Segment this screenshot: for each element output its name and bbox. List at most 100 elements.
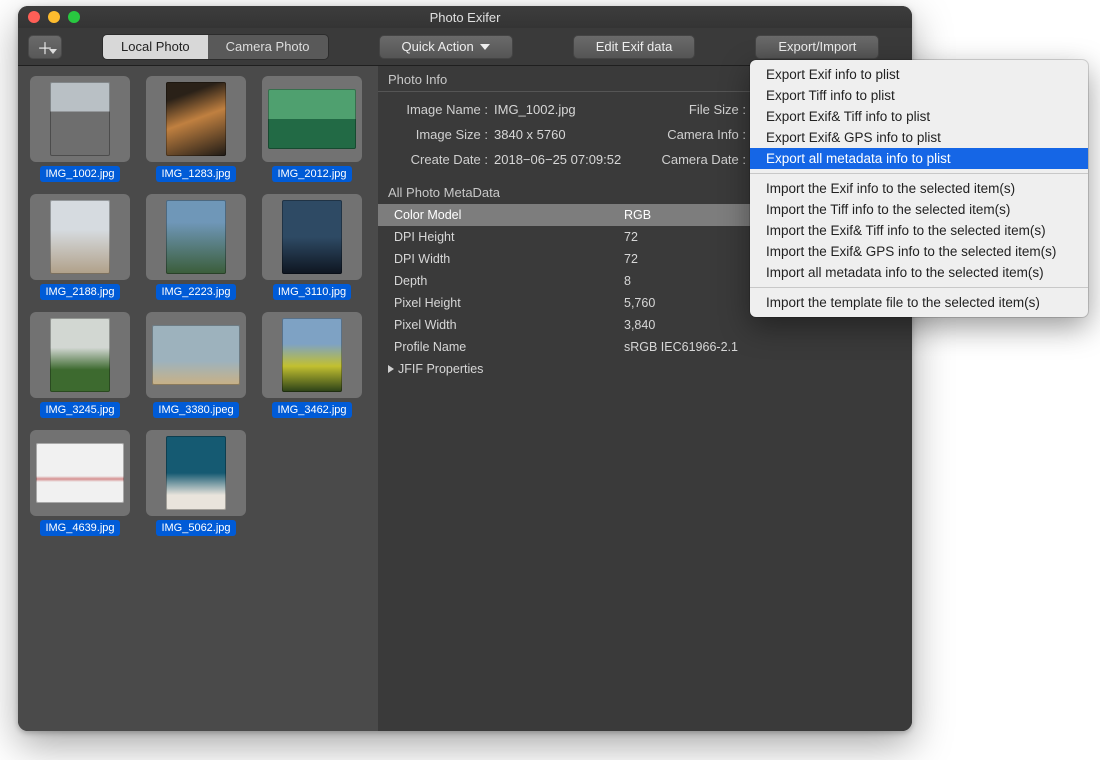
thumbnail-image [166,200,226,274]
thumbnail-image [282,318,342,392]
metadata-key: Pixel Width [394,318,624,332]
thumbnail-image [50,82,110,156]
image-size-label: Image Size : [392,127,488,142]
tab-camera-photo[interactable]: Camera Photo [208,35,328,59]
menu-separator [750,287,1088,288]
edit-exif-button[interactable]: Edit Exif data [573,35,696,59]
thumbnail-label: IMG_1002.jpg [40,166,119,182]
thumbnail-item[interactable]: IMG_1002.jpg [28,76,132,182]
thumbnail-image [50,200,110,274]
quick-action-button[interactable]: Quick Action [379,35,513,59]
thumbnail-image [50,318,110,392]
menu-item[interactable]: Import the template file to the selected… [750,292,1088,313]
thumbnail-item[interactable]: IMG_3380.jpeg [144,312,248,418]
export-import-label: Export/Import [778,39,856,54]
minimize-icon[interactable] [48,11,60,23]
thumbnail-item[interactable]: IMG_2188.jpg [28,194,132,300]
thumbnail-label: IMG_3380.jpeg [153,402,238,418]
thumbnail-frame [146,194,246,280]
thumbnail-image [36,443,124,503]
menu-item[interactable]: Export Exif& GPS info to plist [750,127,1088,148]
thumbnail-label: IMG_3245.jpg [40,402,119,418]
thumbnail-item[interactable]: IMG_1283.jpg [144,76,248,182]
thumbnail-item[interactable]: IMG_4639.jpg [28,430,132,536]
thumbnail-image [152,325,240,385]
thumbnail-item[interactable]: IMG_2223.jpg [144,194,248,300]
jfif-label: JFIF Properties [398,362,483,376]
thumbnail-item[interactable]: IMG_3245.jpg [28,312,132,418]
thumbnail-image [268,89,356,149]
thumbnail-label: IMG_2188.jpg [40,284,119,300]
thumbnail-label: IMG_3110.jpg [273,284,351,300]
metadata-value: sRGB IEC61966-2.1 [624,340,896,354]
thumbnail-frame [146,430,246,516]
image-name-label: Image Name : [392,102,488,117]
tab-local-photo[interactable]: Local Photo [103,35,208,59]
add-button[interactable]: ＋ [28,35,62,59]
menu-separator [750,173,1088,174]
jfif-disclosure[interactable]: JFIF Properties [378,358,912,380]
thumbnail-item[interactable]: IMG_5062.jpg [144,430,248,536]
menu-item[interactable]: Export all metadata info to plist [750,148,1088,169]
metadata-key: DPI Height [394,230,624,244]
thumbnail-image [166,436,226,510]
menu-item[interactable]: Import the Exif& GPS info to the selecte… [750,241,1088,262]
metadata-key: Color Model [394,208,624,222]
thumbnail-frame [262,194,362,280]
thumbnail-frame [30,312,130,398]
image-name-value: IMG_1002.jpg [494,102,644,117]
thumbnail-item[interactable]: IMG_2012.jpg [260,76,364,182]
titlebar: Photo Exifer [18,6,912,28]
source-segmented-control: Local Photo Camera Photo [102,34,329,60]
thumbnail-label: IMG_5062.jpg [156,520,235,536]
file-size-label: File Size : [650,102,746,117]
thumbnail-label: IMG_2223.jpg [156,284,235,300]
thumbnail-label: IMG_4639.jpg [40,520,119,536]
traffic-lights [18,11,80,23]
metadata-key: Depth [394,274,624,288]
close-icon[interactable] [28,11,40,23]
export-import-menu: Export Exif info to plistExport Tiff inf… [750,60,1088,317]
thumbnail-sidebar[interactable]: IMG_1002.jpg IMG_1283.jpg IMG_2012.jpg IMG_… [18,66,378,731]
chevron-down-icon [480,44,490,50]
menu-item[interactable]: Export Exif& Tiff info to plist [750,106,1088,127]
quick-action-label: Quick Action [402,39,474,54]
menu-item[interactable]: Import all metadata info to the selected… [750,262,1088,283]
create-date-label: Create Date : [392,152,488,167]
thumbnail-frame [262,76,362,162]
thumbnail-label: IMG_1283.jpg [156,166,235,182]
menu-item[interactable]: Import the Exif info to the selected ite… [750,178,1088,199]
thumbnail-label: IMG_3462.jpg [272,402,351,418]
thumbnail-item[interactable]: IMG_3110.jpg [260,194,364,300]
plus-icon: ＋ [37,35,53,59]
zoom-icon[interactable] [68,11,80,23]
thumbnail-image [282,200,342,274]
image-size-value: 3840 x 5760 [494,127,644,142]
camera-info-label: Camera Info : [650,127,746,142]
thumbnail-image [166,82,226,156]
metadata-row[interactable]: Profile NamesRGB IEC61966-2.1 [378,336,912,358]
thumbnail-frame [30,76,130,162]
metadata-value: 3,840 [624,318,896,332]
thumbnail-grid: IMG_1002.jpg IMG_1283.jpg IMG_2012.jpg IMG_… [28,76,368,536]
camera-date-label: Camera Date : [650,152,746,167]
window-title: Photo Exifer [18,10,912,25]
thumbnail-frame [30,194,130,280]
menu-item[interactable]: Import the Exif& Tiff info to the select… [750,220,1088,241]
edit-exif-label: Edit Exif data [596,39,673,54]
thumbnail-item[interactable]: IMG_3462.jpg [260,312,364,418]
thumbnail-frame [146,76,246,162]
metadata-key: DPI Width [394,252,624,266]
create-date-value: 2018−06−25 07:09:52 [494,152,644,167]
menu-item[interactable]: Import the Tiff info to the selected ite… [750,199,1088,220]
menu-item[interactable]: Export Exif info to plist [750,64,1088,85]
triangle-right-icon [388,365,394,373]
metadata-row[interactable]: Pixel Width3,840 [378,314,912,336]
metadata-key: Profile Name [394,340,624,354]
thumbnail-frame [146,312,246,398]
thumbnail-label: IMG_2012.jpg [272,166,351,182]
thumbnail-frame [30,430,130,516]
thumbnail-frame [262,312,362,398]
menu-item[interactable]: Export Tiff info to plist [750,85,1088,106]
export-import-button[interactable]: Export/Import [755,35,879,59]
